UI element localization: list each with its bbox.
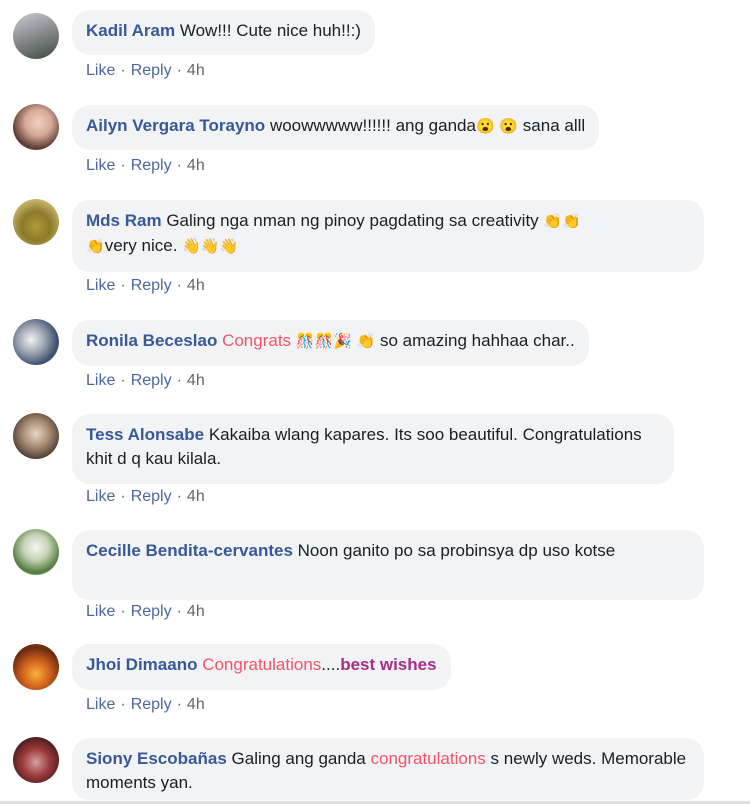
timestamp[interactable]: 4h (187, 62, 205, 79)
timestamp[interactable]: 4h (187, 277, 205, 294)
comment-bubble: Ronila Beceslao Congrats 🎊🎊🎉 👏 so amazin… (72, 320, 589, 366)
like-link[interactable]: Like (86, 157, 115, 174)
like-link[interactable]: Like (86, 488, 115, 505)
separator: · (176, 696, 182, 713)
clapping-hands-icon: 👏 (86, 238, 105, 255)
comment-bubble: Mds Ram Galing nga nman ng pinoy pagdati… (72, 200, 704, 272)
comment-bubble: Ailyn Vergara Torayno woowwwww!!!!!! ang… (72, 105, 600, 150)
commenter-name[interactable]: Kadil Aram (86, 21, 175, 40)
avatar[interactable] (13, 319, 59, 365)
party-popper-icon: 🎉 (333, 333, 352, 350)
avatar[interactable] (13, 529, 59, 575)
highlighted-text: congratulations (370, 749, 486, 768)
commenter-name[interactable]: Mds Ram (86, 211, 162, 230)
timestamp[interactable]: 4h (187, 488, 205, 505)
comment-bubble: Cecille Bendita-cervantes Noon ganito po… (72, 530, 704, 600)
timestamp[interactable]: 4h (187, 696, 205, 713)
separator: · (120, 603, 126, 620)
surprised-emoji-icon: 😮 (499, 118, 519, 135)
separator: · (176, 157, 182, 174)
timestamp[interactable]: 4h (187, 603, 205, 620)
confetti-ball-icon: 🎊 (314, 333, 334, 350)
reply-link[interactable]: Reply (131, 603, 172, 620)
highlighted-text: Congratulations (202, 655, 322, 674)
like-link[interactable]: Like (86, 696, 115, 713)
comment-actions: Like · Reply · 4h (86, 488, 205, 506)
commenter-name[interactable]: Jhoi Dimaano (86, 655, 197, 674)
avatar[interactable] (13, 413, 59, 459)
comment-actions: Like · Reply · 4h (86, 277, 205, 295)
separator: · (120, 488, 126, 505)
confetti-ball-icon: 🎊 (295, 333, 315, 350)
avatar[interactable] (13, 104, 59, 150)
comment-actions: Like · Reply · 4h (86, 603, 205, 621)
clapping-hands-icon: 👏 (543, 213, 563, 230)
waving-hand-icon: 👋 (200, 238, 220, 255)
comment-text: Galing nga nman ng pinoy pagdating sa cr… (166, 211, 539, 230)
separator: · (176, 372, 182, 389)
like-link[interactable]: Like (86, 372, 115, 389)
comment-text: very nice. (104, 236, 178, 255)
highlighted-text: Congrats (222, 331, 292, 350)
separator: · (176, 603, 182, 620)
reply-link[interactable]: Reply (131, 157, 172, 174)
comment-text: Wow!!! Cute nice huh!!:) (179, 21, 361, 40)
comment-actions: Like · Reply · 4h (86, 157, 205, 175)
comment-actions: Like · Reply · 4h (86, 62, 205, 80)
reply-link[interactable]: Reply (131, 488, 172, 505)
commenter-name[interactable]: Ronila Beceslao (86, 331, 217, 350)
reply-link[interactable]: Reply (131, 277, 172, 294)
separator: · (176, 488, 182, 505)
comment-actions: Like · Reply · 4h (86, 696, 205, 714)
clapping-hands-icon: 👏 (562, 213, 581, 230)
separator: · (120, 157, 126, 174)
comment-text: Galing ang ganda (231, 749, 366, 768)
commenter-name[interactable]: Ailyn Vergara Torayno (86, 116, 265, 135)
reply-link[interactable]: Reply (131, 62, 172, 79)
separator: · (176, 277, 182, 294)
reply-link[interactable]: Reply (131, 696, 172, 713)
reply-link[interactable]: Reply (131, 372, 172, 389)
avatar[interactable] (13, 13, 59, 59)
separator: · (120, 277, 126, 294)
separator: · (120, 62, 126, 79)
comment-bubble: Tess Alonsabe Kakaiba wlang kapares. Its… (72, 414, 674, 484)
clapping-hands-icon: 👏 (356, 333, 376, 350)
surprised-emoji-icon: 😮 (475, 118, 495, 135)
commenter-name[interactable]: Siony Escobañas (86, 749, 227, 768)
commenter-name[interactable]: Tess Alonsabe (86, 425, 204, 444)
comment-text: so amazing hahhaa char.. (380, 331, 575, 350)
like-link[interactable]: Like (86, 277, 115, 294)
timestamp[interactable]: 4h (187, 372, 205, 389)
timestamp[interactable]: 4h (187, 157, 205, 174)
avatar[interactable] (13, 644, 59, 690)
commenter-name[interactable]: Cecille Bendita-cervantes (86, 541, 293, 560)
comment-text: sana alll (522, 116, 586, 135)
comment-bubble: Jhoi Dimaano Congratulations....best wis… (72, 644, 451, 690)
comment-text: woowwwww!!!!!! ang ganda (269, 116, 476, 135)
comment-text: Noon ganito po sa probinsya dp uso kotse (297, 541, 616, 560)
avatar[interactable] (13, 737, 59, 783)
highlighted-text: best wishes (340, 655, 437, 674)
avatar[interactable] (13, 199, 59, 245)
comment-actions: Like · Reply · 4h (86, 372, 205, 390)
separator: · (120, 696, 126, 713)
comment-text: .... (321, 655, 341, 674)
comment-bubble: Siony Escobañas Galing ang ganda congrat… (72, 738, 704, 800)
separator: · (176, 62, 182, 79)
like-link[interactable]: Like (86, 62, 115, 79)
comment-bubble: Kadil Aram Wow!!! Cute nice huh!!:) (72, 10, 375, 55)
waving-hand-icon: 👋 (219, 238, 239, 255)
separator: · (120, 372, 126, 389)
like-link[interactable]: Like (86, 603, 115, 620)
waving-hand-icon: 👋 (182, 238, 201, 255)
